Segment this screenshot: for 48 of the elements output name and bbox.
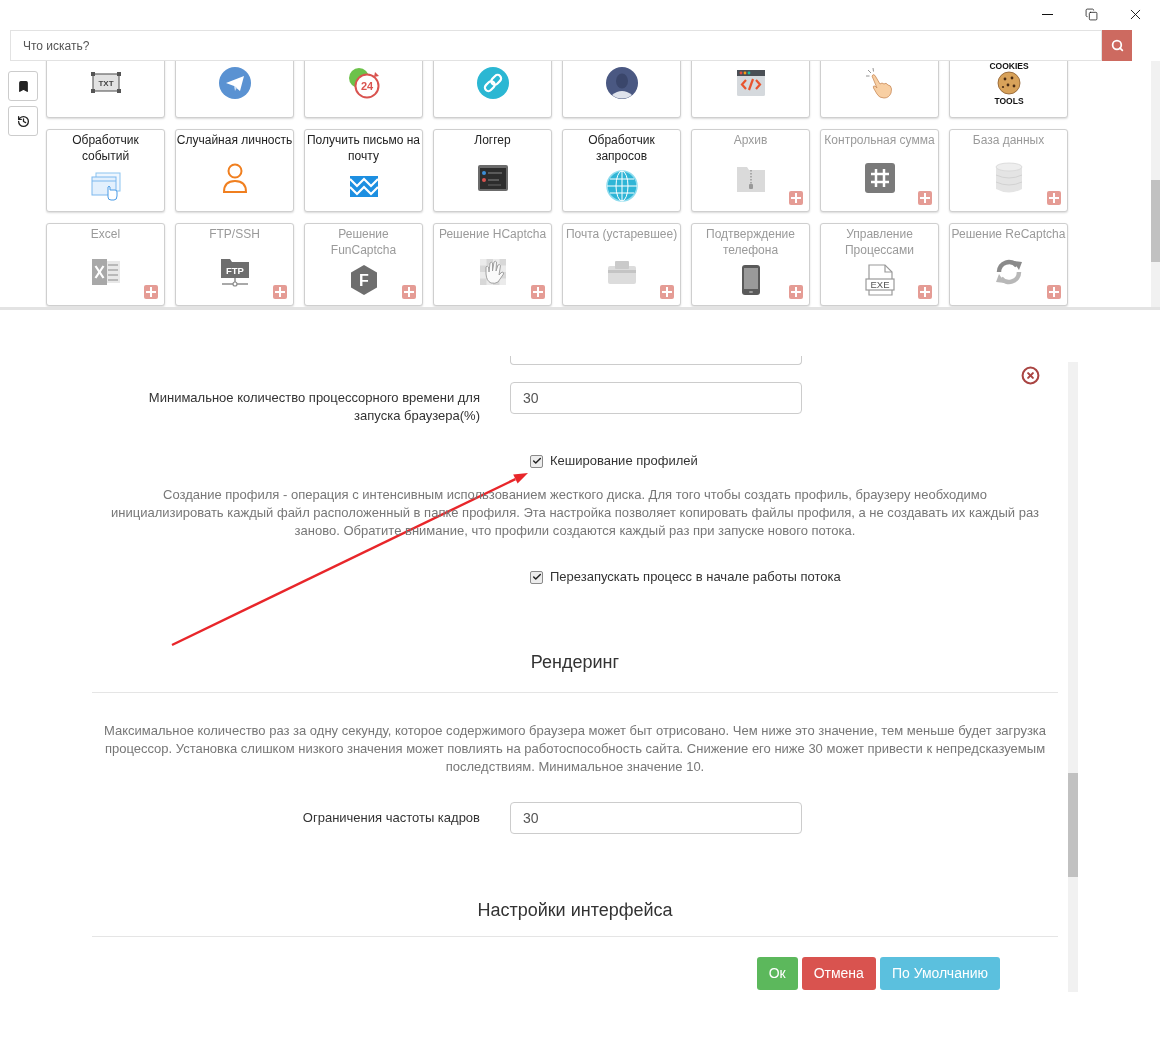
txt-file-icon: TXT [90, 72, 121, 93]
minimize-icon [1041, 13, 1053, 15]
scrollbar-thumb[interactable] [1068, 773, 1078, 877]
bookmark-icon [16, 79, 30, 93]
section-heading: Рендеринг [530, 651, 620, 674]
restore-icon [1084, 7, 1098, 21]
search-button[interactable] [1102, 30, 1132, 61]
scrollbar-thumb[interactable] [1151, 180, 1160, 262]
action-tile[interactable]: TXT [46, 61, 165, 118]
hash-icon [864, 162, 895, 193]
zigzag-logo-icon [347, 173, 380, 198]
search-icon [1110, 39, 1124, 52]
globe-icon [605, 169, 638, 202]
field-label: Минимальное количество процессорного времени для запуска браузера(%) [147, 389, 480, 425]
checkbox-label: Перезапускать процесс в начале работы потока [550, 568, 841, 586]
scrollbar-track[interactable] [1151, 61, 1160, 307]
section-heading: Настройки интерфейса [477, 899, 673, 922]
database-icon [993, 161, 1024, 194]
hexagon-letter-icon: F [349, 263, 378, 296]
action-tile[interactable]: Получить письмо на почту [304, 129, 423, 212]
link-icon [476, 66, 509, 99]
history-button[interactable] [8, 106, 38, 136]
browser-window-icon [89, 170, 122, 201]
checkbox[interactable] [530, 570, 543, 584]
bookmark-button[interactable] [8, 71, 38, 101]
field-label: Ограничения частоты кадров [302, 809, 480, 827]
help-text: Максимальное количество раз за одну секунду, которое содержимого браузера может быт отрисовано. Чем ниже это значение, тем меньше будет загрузка процессор. Установка слишком низкого значения может повлиять на работоспособность сайта. Снижение его ниже 30 может привести к непредсказуемым последствиям. Минимальное значение 10. [102, 722, 1048, 776]
cancel-button[interactable]: Отмена [801, 957, 876, 990]
action-tile[interactable]: Обработчик запросов [562, 129, 681, 212]
action-tile[interactable]: 24 [304, 61, 423, 118]
user-avatar-icon [605, 66, 638, 99]
paper-plane-icon [218, 66, 251, 99]
checkbox-label: Кеширование профилей [550, 452, 698, 470]
history-icon [16, 114, 30, 128]
input-field[interactable]: 30 [510, 382, 802, 414]
action-tile[interactable]: Обработчик событий [46, 129, 165, 212]
search-field[interactable]: Что искать? [10, 30, 1102, 61]
input-field[interactable] [510, 356, 802, 365]
checkbox[interactable] [530, 454, 543, 468]
action-tile[interactable]: Логгер [433, 129, 552, 212]
exe-file-icon: EXE [864, 263, 895, 296]
action-tile[interactable]: Случайная личность [175, 129, 294, 212]
input-field[interactable]: 30 [510, 802, 802, 834]
terminal-window-icon [476, 163, 509, 192]
phone-icon [740, 263, 761, 296]
scrollbar-track[interactable] [1068, 362, 1078, 992]
close-icon[interactable] [1021, 366, 1040, 385]
action-tile[interactable]: COOKIES TOOLS [949, 61, 1068, 118]
